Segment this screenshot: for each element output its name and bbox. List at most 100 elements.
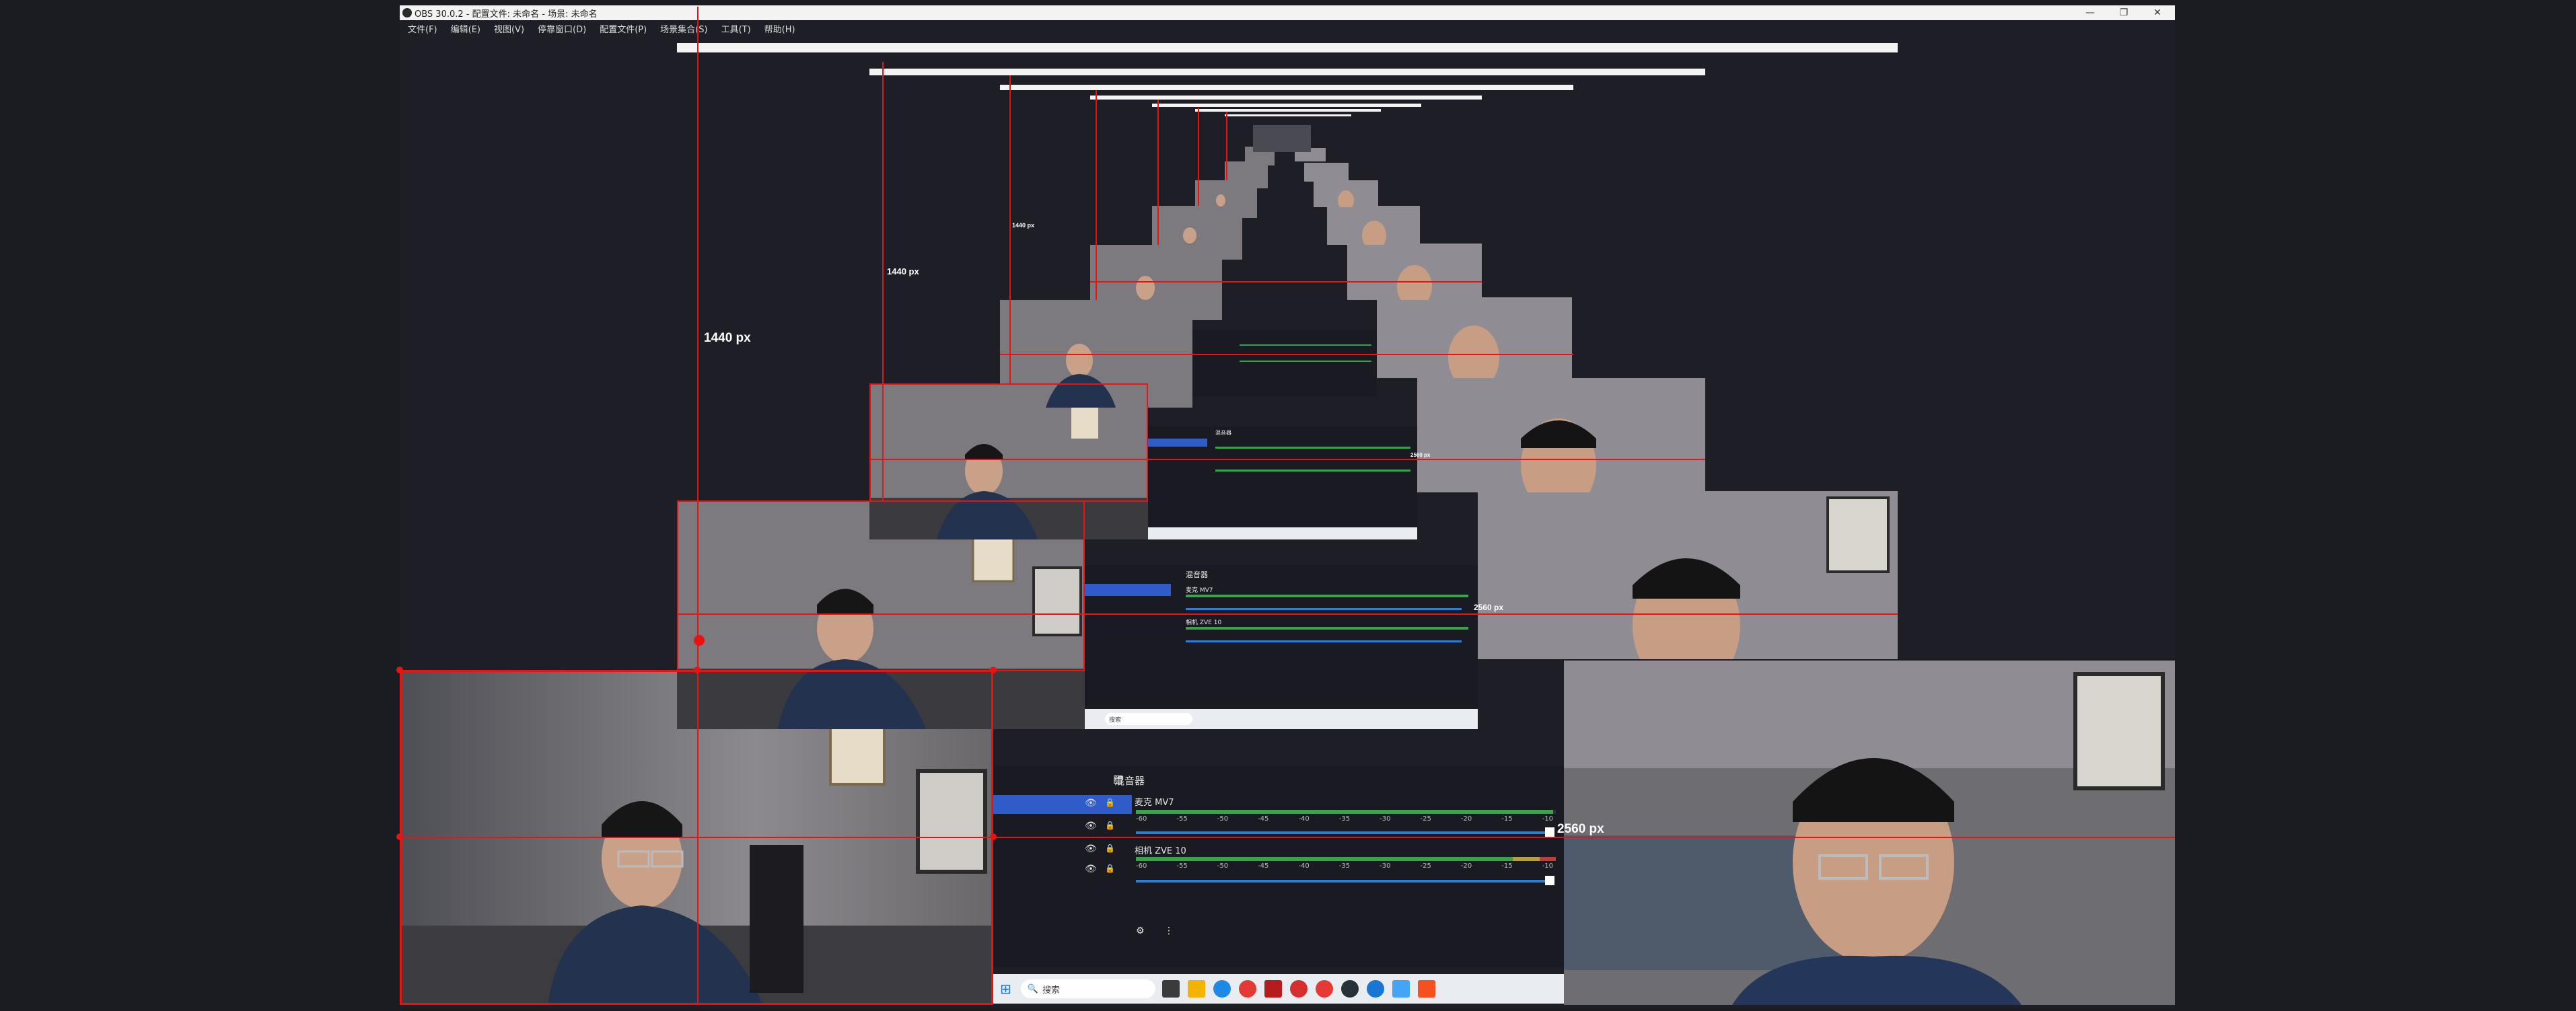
menu-scene-collection[interactable]: 场景集合(S) [660, 22, 707, 35]
visibility-eye-icon[interactable]: 👁 [1085, 864, 1097, 874]
resize-handle[interactable] [396, 667, 403, 673]
volume-handle-mic[interactable] [1545, 827, 1554, 837]
audio-mixer-nested-4 [1192, 330, 1377, 397]
maximize-icon[interactable]: ❐ [2109, 5, 2139, 20]
nested-titlebar-5 [1090, 96, 1482, 100]
tick-labels-camera: -60 -55 -50 -45 -40 -35 -30 -25 -20 -15 -10 [1136, 862, 1553, 870]
camera-preview-right[interactable] [1564, 661, 2175, 1005]
nested-titlebar-4 [1000, 85, 1573, 90]
nested-vanishing-point [1253, 125, 1311, 152]
guide-line-vertical [1226, 112, 1227, 180]
menu-profile[interactable]: 配置文件(P) [600, 22, 647, 35]
track-name-mic: 麦克 MV7 [1135, 798, 1174, 808]
mixer-layout-icon[interactable]: ▤ [1113, 772, 1126, 785]
taskbar-nested-3 [1148, 527, 1417, 539]
resize-handle[interactable] [990, 833, 997, 840]
resize-handle[interactable] [990, 667, 997, 673]
source-row-selected [1085, 584, 1171, 596]
audio-mixer: 混音器 ▤ 👁 🔒 麦克 MV7 👁 🔒 👁 🔒 👁 🔒 相机 ZVE 10 -… [993, 765, 1564, 967]
nested-camera-6-right [1327, 206, 1420, 245]
meter-camera [1215, 470, 1410, 472]
menu-edit[interactable]: 编辑(E) [451, 22, 480, 35]
mixer-title: 混音器 [1186, 570, 1208, 579]
menu-docks[interactable]: 停靠窗口(D) [538, 22, 586, 35]
mixer-title: 混音器 [1215, 430, 1231, 436]
taskbar-search[interactable]: 🔍 搜索 [1020, 979, 1155, 998]
menu-bar: 文件(F) 编辑(E) 视图(V) 停靠窗口(D) 配置文件(P) 场景集合(S… [400, 20, 2175, 36]
mixer-settings-icon[interactable]: ⚙ [1136, 926, 1145, 936]
guide-line-vertical [1157, 100, 1159, 245]
width-measurement-label: 2560 px [1474, 603, 1504, 612]
nested-camera-8 [1225, 161, 1268, 188]
guide-line-horizontal [1090, 281, 1482, 283]
rotation-handle[interactable] [694, 635, 705, 646]
track-name-camera: 相机 ZVE 10 [1186, 620, 1222, 626]
meter-mic [1136, 810, 1556, 814]
obs-taskbar-icon[interactable] [1340, 980, 1359, 998]
meter-camera [1186, 627, 1468, 630]
edge-icon[interactable] [1213, 980, 1231, 998]
selected-source-bounds-nested [869, 383, 1148, 502]
obs-logo-icon [402, 8, 412, 17]
app-icon[interactable] [1315, 980, 1333, 998]
audio-mixer-nested-3: 混音器 [1148, 426, 1417, 527]
nested-camera-5-right [1347, 244, 1482, 300]
meter-camera [1136, 857, 1556, 861]
menu-tools[interactable]: 工具(T) [721, 22, 751, 35]
nested-camera-8-right [1304, 163, 1349, 182]
audio-mixer-nested-2: 混音器 麦克 MV7 相机 ZVE 10 [1085, 565, 1478, 709]
lock-icon[interactable]: 🔒 [1105, 844, 1115, 853]
app-icon[interactable] [1289, 980, 1308, 998]
nested-camera-2-right [1478, 491, 1898, 659]
app-icon[interactable] [1417, 980, 1435, 998]
nested-menubar-2 [677, 52, 1898, 62]
height-measurement-label: 1440 px [887, 266, 919, 276]
nested-camera-4-right [1377, 297, 1572, 378]
mixer-menu-icon[interactable]: ⋮ [1164, 926, 1174, 936]
visibility-eye-icon[interactable]: 👁 [1085, 844, 1097, 854]
nested-camera-7-right [1314, 180, 1378, 207]
lock-icon[interactable]: 🔒 [1105, 864, 1115, 873]
visibility-eye-icon[interactable]: 👁 [1085, 821, 1097, 831]
height-measurement-label: 1440 px [1012, 222, 1035, 229]
guide-line-vertical [1009, 75, 1011, 383]
volume-handle-camera[interactable] [1545, 876, 1554, 885]
guide-line-horizontal [1000, 354, 1573, 355]
nested-titlebar-6 [1152, 104, 1421, 107]
minimize-icon[interactable]: — [2075, 5, 2105, 20]
nested-titlebar-2 [677, 43, 1898, 52]
chrome-icon[interactable] [1238, 980, 1256, 998]
width-measurement-label: 2560 px [1557, 822, 1604, 836]
close-icon[interactable]: ✕ [2143, 5, 2172, 20]
lock-icon[interactable]: 🔒 [1105, 821, 1115, 830]
resize-handle[interactable] [396, 833, 403, 840]
track-name-camera: 相机 ZVE 10 [1135, 846, 1186, 856]
volume-slider-mic[interactable] [1136, 831, 1548, 834]
app-icon[interactable] [1264, 980, 1282, 998]
selected-source-bounds[interactable] [400, 670, 993, 1005]
guide-line-vertical [1198, 108, 1199, 206]
visibility-eye-icon[interactable]: 👁 [1085, 798, 1097, 809]
track-name-mic: 麦克 MV7 [1186, 587, 1213, 594]
width-measurement-label: 2560 px [1410, 452, 1431, 458]
nested-titlebar-7 [1195, 109, 1381, 112]
lock-icon[interactable]: 🔒 [1105, 798, 1115, 807]
windows-start-icon[interactable]: ⊞ [1000, 981, 1011, 997]
app-icon[interactable] [1392, 980, 1410, 998]
taskbar: ⊞ 🔍 搜索 [993, 974, 1564, 1004]
meter-mic [1186, 595, 1468, 597]
taskbar-app-icons [1161, 980, 1435, 998]
volume-slider-camera[interactable] [1136, 880, 1548, 883]
menu-view[interactable]: 视图(V) [494, 22, 524, 35]
taskbar-search: 搜索 [1105, 713, 1192, 725]
search-icon: 🔍 [1027, 983, 1038, 994]
resize-handle[interactable] [694, 667, 701, 673]
app-icon[interactable] [1161, 980, 1180, 998]
menu-help[interactable]: 帮助(H) [764, 22, 795, 35]
menu-file[interactable]: 文件(F) [408, 22, 437, 35]
height-measurement-label: 1440 px [704, 331, 751, 345]
file-explorer-icon[interactable] [1187, 980, 1205, 998]
app-icon[interactable] [1366, 980, 1384, 998]
selected-source-bounds-nested [677, 500, 1085, 671]
meter-mic [1215, 447, 1410, 449]
